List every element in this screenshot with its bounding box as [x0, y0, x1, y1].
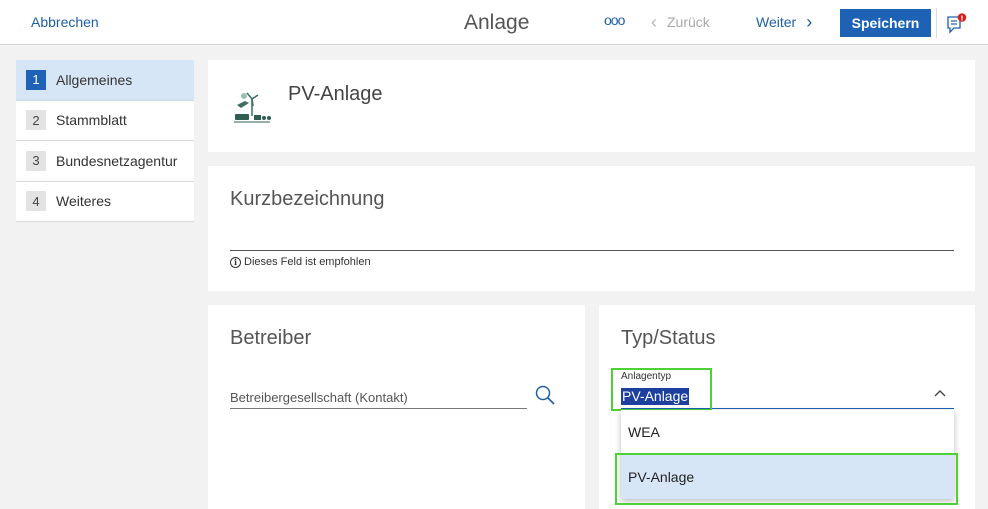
sidebar-item-label: Allgemeines: [56, 71, 133, 88]
step-number: 4: [26, 191, 46, 212]
sidebar-item-label: Bundesnetzagentur: [56, 152, 178, 169]
top-bar: Abbrechen Anlage ooo ‹ Zurück Weiter › S…: [0, 0, 988, 45]
page-title: Anlage: [464, 11, 530, 34]
save-button[interactable]: Speichern: [840, 9, 931, 37]
cancel-button[interactable]: Abbrechen: [31, 14, 99, 30]
sidebar-item-label: Weiteres: [56, 193, 111, 210]
scroll-gutter: [975, 45, 988, 509]
typ-status-title: Typ/Status: [621, 327, 716, 349]
chevron-left-icon: ‹: [651, 12, 657, 32]
sidebar-item-stammblatt[interactable]: 2 Stammblatt: [16, 101, 194, 141]
kurzbezeichnung-label: Kurzbezeichnung: [230, 188, 385, 210]
field-hint-text: Dieses Feld ist empfohlen: [244, 256, 371, 268]
field-hint: i Dieses Feld ist empfohlen: [230, 256, 371, 268]
next-label: Weiter: [756, 14, 797, 30]
chevron-up-icon[interactable]: [933, 387, 947, 401]
back-button[interactable]: ‹ Zurück: [651, 12, 710, 32]
kurzbezeichnung-card: Kurzbezeichnung i Dieses Feld ist empfoh…: [208, 166, 975, 291]
step-number: 3: [26, 150, 46, 171]
divider: [936, 8, 937, 38]
back-label: Zurück: [667, 14, 710, 30]
search-icon[interactable]: [534, 384, 556, 406]
betreiber-input[interactable]: [230, 387, 527, 409]
step-number: 1: [26, 69, 46, 90]
sidebar-item-label: Stammblatt: [56, 112, 127, 129]
next-button[interactable]: Weiter ›: [756, 12, 813, 32]
entity-title: PV-Anlage: [288, 83, 383, 105]
betreiber-title: Betreiber: [230, 327, 312, 349]
step-number: 2: [26, 110, 46, 131]
dropdown-option-wea[interactable]: WEA: [621, 410, 954, 454]
feedback-badge: !: [960, 15, 963, 23]
pv-plant-icon: [234, 92, 271, 123]
kurzbezeichnung-input[interactable]: [230, 250, 954, 251]
highlight-box: [615, 453, 958, 505]
sidebar-item-allgemeines[interactable]: 1 Allgemeines: [16, 60, 194, 101]
sidebar-item-weiteres[interactable]: 4 Weiteres: [16, 182, 194, 222]
feedback-icon[interactable]: !: [945, 13, 967, 35]
info-icon: i: [230, 256, 241, 268]
sidebar-item-bundesnetzagentur[interactable]: 3 Bundesnetzagentur: [16, 141, 194, 182]
more-options-button[interactable]: ooo: [604, 12, 625, 28]
sidebar-nav: 1 Allgemeines 2 Stammblatt 3 Bundesnetza…: [16, 60, 194, 222]
betreiber-card: Betreiber: [208, 305, 585, 509]
chevron-right-icon: ›: [806, 12, 813, 32]
entity-header-card: PV-Anlage: [208, 60, 975, 152]
highlight-box: [611, 368, 712, 411]
